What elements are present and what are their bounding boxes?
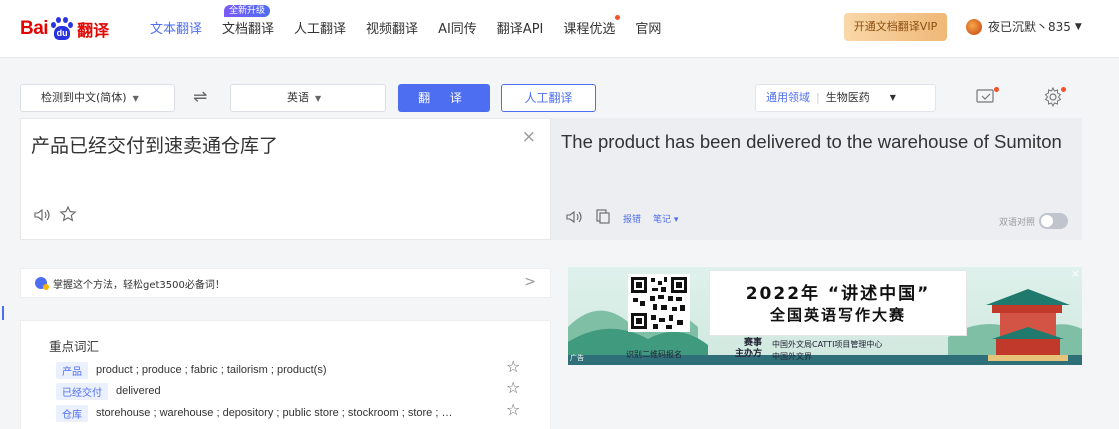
vocab-definition: storehouse ; warehouse ; depository ; pu… (96, 407, 453, 419)
baidu-translate-logo[interactable]: Bai du 翻译 (20, 12, 109, 46)
notification-dot (615, 15, 621, 20)
target-text-panel: The product has been delivered to the wa… (551, 118, 1082, 240)
ad-label: 广告 (570, 354, 584, 362)
chevron-down-icon: ▼ (132, 94, 139, 103)
nav-ai-interpretation[interactable]: AI同传 (438, 18, 477, 37)
target-language-select[interactable]: 英语 ▼ (230, 84, 386, 112)
logo-text-du: du (54, 26, 71, 40)
source-text-input[interactable]: 产品已经交付到速卖通仓库了 (31, 131, 278, 158)
clear-text-icon[interactable]: × (522, 127, 536, 147)
ad-headline: 2022年 “讲述中国” 全国英语写作大赛 (709, 270, 967, 336)
vocab-definition: product ; produce ; fabric ; tailorism ;… (96, 364, 327, 376)
source-language-select[interactable]: 检测到中文(简体) ▼ (20, 84, 175, 112)
human-translation-button[interactable]: 人工翻译 (501, 84, 596, 112)
logo-text-bai: Bai (20, 18, 49, 39)
star-icon[interactable]: ☆ (506, 400, 520, 419)
nav-document-translation[interactable]: 全新升级 文档翻译 (222, 5, 274, 37)
host-label: 赛事 主办方 (734, 338, 762, 359)
domain-select[interactable]: 通用领域 | 生物医药 ▼ (755, 84, 936, 112)
domain-value: 生物医药 (825, 91, 870, 104)
vocab-row: 产品 product ; produce ; fabric ; tailoris… (56, 361, 526, 379)
qr-caption: 识别二维码报名 (626, 350, 682, 359)
tip-icon (35, 277, 49, 290)
speaker-icon[interactable] (33, 207, 51, 226)
speaker-icon[interactable] (565, 209, 583, 228)
notification-dot (994, 87, 999, 92)
writing-contest-ad[interactable]: × 识别二维码报名 2022年 “讲述中国” 全国英语写作大赛 赛事 主办方 中… (568, 267, 1082, 365)
nav-courses[interactable]: 课程优选 (563, 15, 621, 37)
nav-text-translation[interactable]: 文本翻译 (150, 18, 202, 37)
host-org-2: 中国外文界 (772, 352, 812, 361)
bilingual-label: 双语对照 (998, 217, 1035, 228)
left-edge-indicator (0, 268, 7, 338)
nav-translation-api[interactable]: 翻译API (497, 18, 544, 37)
nav-official-site[interactable]: 官网 (635, 18, 661, 37)
ad-title-line2: 全国英语写作大赛 (769, 306, 906, 324)
copy-icon[interactable] (595, 208, 611, 228)
translate-button[interactable]: 翻 译 (398, 84, 490, 112)
toggle-switch[interactable] (1039, 213, 1068, 229)
caret-down-icon: ▼ (889, 93, 896, 102)
vocab-tip-banner[interactable]: 掌握这个方法，轻松get3500必备词！ > (20, 268, 551, 298)
vocab-term[interactable]: 已经交付 (56, 382, 108, 400)
baidu-paw-icon: du (50, 17, 74, 41)
bilingual-toggle[interactable]: 双语对照 (999, 213, 1068, 229)
vocab-row: 已经交付 delivered (56, 382, 526, 400)
ad-title-line1: 2022年 “讲述中国” (745, 284, 931, 304)
swap-languages-icon[interactable]: ⇌ (193, 87, 207, 107)
nav-video-translation[interactable]: 视频翻译 (366, 18, 418, 37)
vocab-term[interactable]: 仓库 (56, 404, 88, 422)
vip-button[interactable]: 开通文档翻译VIP (844, 13, 947, 41)
avatar (966, 18, 982, 35)
user-menu[interactable]: 夜已沉默丶835 ▼ (966, 18, 1082, 35)
host-org-1: 中国外文局CATTI项目管理中心 (772, 340, 883, 349)
translated-text: The product has been delivered to the wa… (561, 131, 1062, 152)
main-nav: 文本翻译 全新升级 文档翻译 人工翻译 视频翻译 AI同传 翻译API 课程优选… (150, 5, 681, 37)
new-upgrade-badge: 全新升级 (224, 5, 271, 17)
settings-gear-icon[interactable] (1042, 85, 1068, 111)
qr-code (628, 274, 690, 332)
logo-text-fanyi: 翻译 (77, 21, 110, 40)
nav-human-translation[interactable]: 人工翻译 (294, 18, 346, 37)
tip-text: 掌握这个方法，轻松get3500必备词！ (53, 279, 225, 291)
vocab-definition: delivered (116, 385, 161, 397)
star-icon[interactable]: ☆ (506, 357, 520, 376)
star-icon[interactable]: ☆ (506, 378, 520, 397)
translation-controls: 检测到中文(简体) ▼ ⇌ 英语 ▼ 翻 译 人工翻译 通用领域 | 生物医药 ▼ (0, 84, 1119, 112)
vocab-row: 仓库 storehouse ; warehouse ; depository ;… (56, 404, 526, 422)
source-tools (33, 205, 77, 227)
target-tools: 报错 笔记 ▾ (565, 208, 678, 228)
key-vocabulary-card: 重点词汇 产品 product ; produce ; fabric ; tai… (20, 320, 551, 429)
ad-close-icon[interactable]: × (1071, 267, 1080, 280)
star-icon[interactable] (59, 205, 77, 227)
notes-link[interactable]: 笔记 ▾ (653, 212, 678, 225)
chevron-right-icon: > (524, 274, 536, 290)
caret-down-icon: ▼ (1074, 21, 1082, 32)
report-error-link[interactable]: 报错 (623, 212, 641, 225)
top-navigation-bar: Bai du 翻译 文本翻译 全新升级 文档翻译 人工翻译 视频翻译 AI同传 … (0, 0, 1119, 58)
user-name: 夜已沉默丶835 (988, 20, 1071, 34)
vocab-title: 重点词汇 (49, 339, 100, 354)
new-feature-icon[interactable] (975, 85, 1001, 111)
domain-label: 通用领域 (766, 91, 810, 104)
notification-dot (1061, 87, 1066, 92)
chevron-down-icon: ▼ (315, 94, 322, 103)
source-text-panel[interactable]: 产品已经交付到速卖通仓库了 × (20, 118, 551, 240)
vocab-term[interactable]: 产品 (56, 361, 88, 379)
